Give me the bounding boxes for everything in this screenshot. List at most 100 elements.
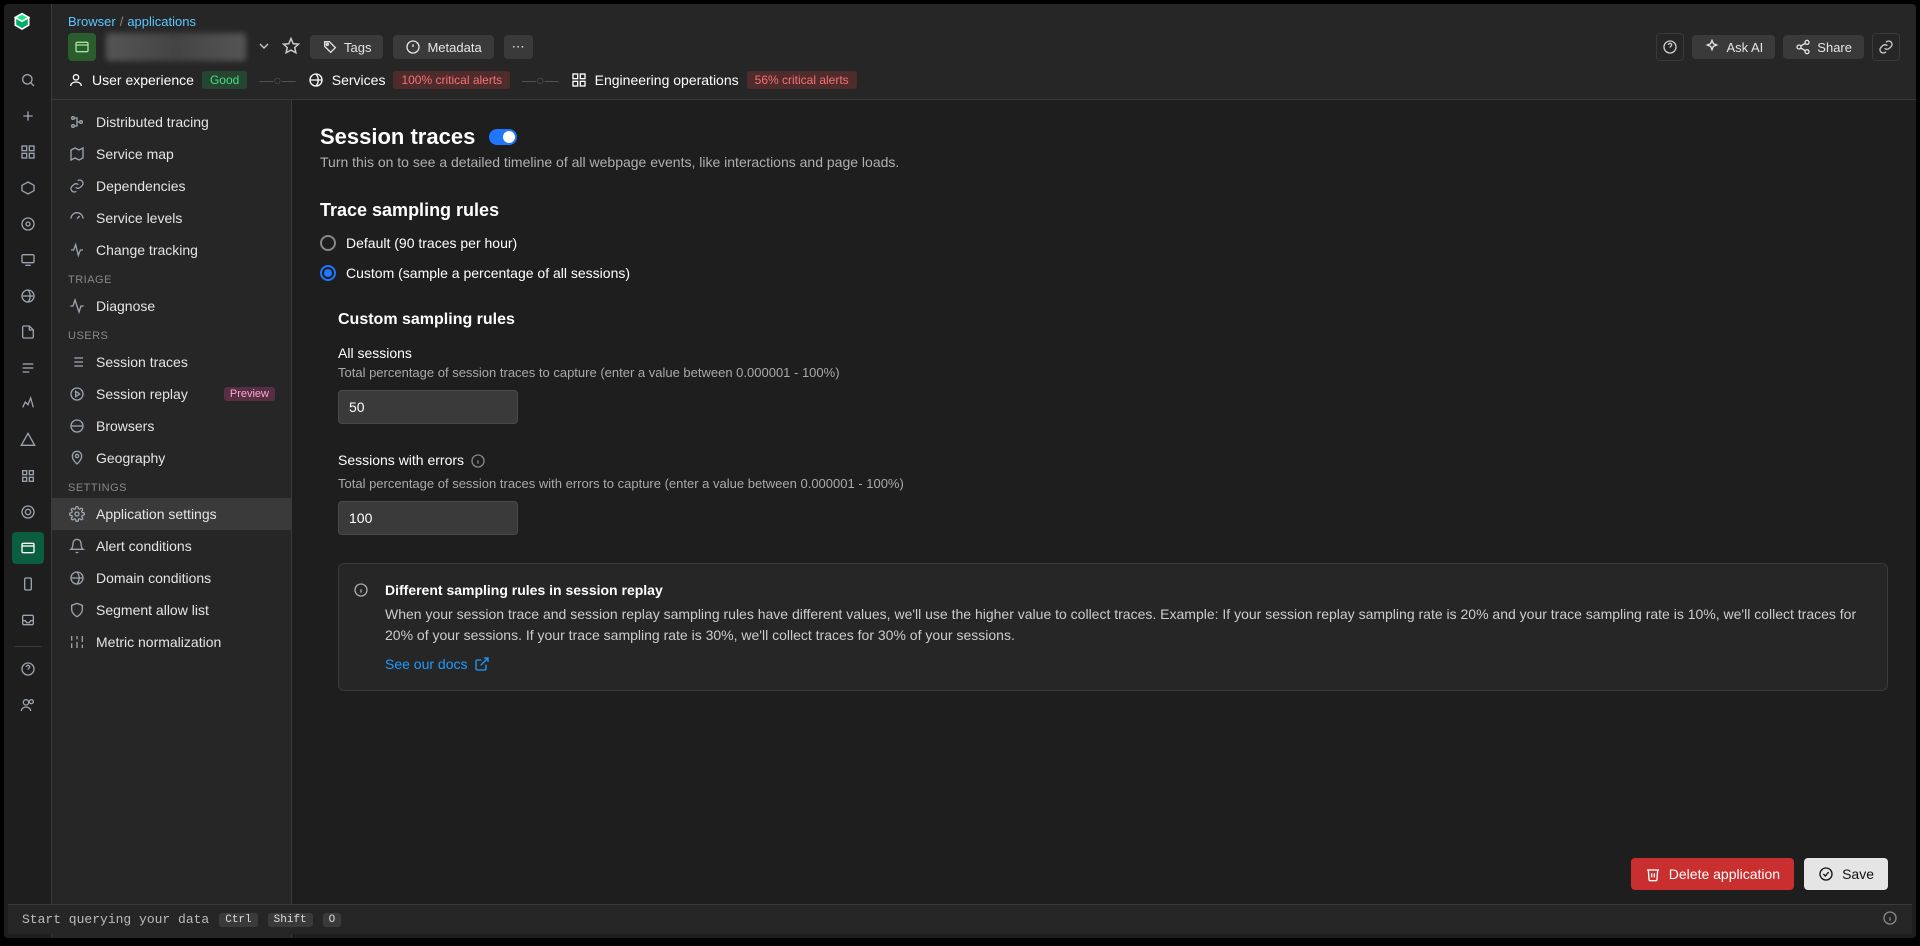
sidebar-item-session-replay[interactable]: Session replayPreview (52, 378, 291, 410)
info-icon (353, 582, 369, 601)
sidebar-item-segment-allow-list[interactable]: Segment allow list (52, 594, 291, 626)
nr-logo[interactable] (12, 12, 44, 44)
sessions-errors-label: Sessions with errors (338, 452, 464, 468)
all-sessions-desc: Total percentage of session traces to ca… (338, 365, 1888, 380)
sidebar-item-diagnose[interactable]: Diagnose (52, 290, 291, 322)
ask-ai-label: Ask AI (1726, 40, 1763, 55)
status-services-label: Services (332, 72, 386, 88)
sidebar-item-domain-conditions[interactable]: Domain conditions (52, 562, 291, 594)
rail-help-icon[interactable] (12, 653, 44, 685)
sidebar-item-label: Change tracking (96, 242, 198, 258)
breadcrumb-leaf[interactable]: applications (127, 14, 196, 29)
rail-monitor-icon[interactable] (12, 244, 44, 276)
sliders-icon (68, 634, 86, 650)
tags-button[interactable]: Tags (310, 35, 383, 59)
rail-logs-icon[interactable] (12, 352, 44, 384)
rail-query-icon[interactable] (12, 208, 44, 240)
sidebar-item-browsers[interactable]: Browsers (52, 410, 291, 442)
rail-add-icon[interactable] (12, 100, 44, 132)
status-eng-badge: 56% critical alerts (747, 71, 857, 89)
metadata-button[interactable]: Metadata (393, 35, 493, 59)
status-services[interactable]: Services 100% critical alerts (308, 71, 510, 89)
sidebar-item-metric-normalization[interactable]: Metric normalization (52, 626, 291, 658)
preview-badge: Preview (224, 387, 275, 401)
field-sessions-errors: Sessions with errors Total percentage of… (338, 452, 1888, 535)
sessions-errors-input[interactable] (338, 501, 518, 535)
action-bar: Delete application Save (1631, 858, 1888, 890)
radio-custom[interactable]: Custom (sample a percentage of all sessi… (320, 265, 1888, 281)
rail-dashboard-icon[interactable] (12, 136, 44, 168)
sidebar-item-label: Service levels (96, 210, 182, 226)
kbd-ctrl: Ctrl (219, 913, 257, 927)
sidebar-item-geography[interactable]: Geography (52, 442, 291, 474)
sidebar-item-dependencies[interactable]: Dependencies (52, 170, 291, 202)
rail-divider (14, 646, 42, 647)
info-icon[interactable] (470, 453, 486, 472)
radio-custom-label: Custom (sample a percentage of all sessi… (346, 265, 630, 281)
session-traces-toggle[interactable] (489, 129, 517, 145)
callout-title: Different sampling rules in session repl… (385, 582, 1869, 598)
sidebar-item-change-tracking[interactable]: Change tracking (52, 234, 291, 266)
header: Browser / applications Tags (52, 4, 1916, 100)
sidebar-item-service-map[interactable]: Service map (52, 138, 291, 170)
status-row: User experience Good —○— Services 100% c… (68, 61, 1900, 99)
status-dash: —○— (259, 72, 295, 88)
help-icon[interactable] (1656, 33, 1684, 61)
rail-browser-active-icon[interactable] (12, 532, 44, 564)
rail-doc-icon[interactable] (12, 316, 44, 348)
sidebar-item-label: Alert conditions (96, 538, 192, 554)
app-switcher-chevron-icon[interactable] (256, 38, 272, 57)
more-menu-icon[interactable]: ⋯ (504, 35, 533, 59)
activity-icon (68, 298, 86, 314)
sidebar-item-service-levels[interactable]: Service levels (52, 202, 291, 234)
all-sessions-input[interactable] (338, 390, 518, 424)
sidebar-item-distributed-tracing[interactable]: Distributed tracing (52, 106, 291, 138)
sidebar-item-label: Geography (96, 450, 165, 466)
ask-ai-button[interactable]: Ask AI (1692, 35, 1775, 59)
callout-body: When your session trace and session repl… (385, 604, 1869, 646)
rail-users-icon[interactable] (12, 689, 44, 721)
sidebar-item-label: Application settings (96, 506, 217, 522)
sidebar-item-application-settings[interactable]: Application settings (52, 498, 291, 530)
rail-workloads-icon[interactable] (12, 496, 44, 528)
delete-label: Delete application (1669, 866, 1780, 882)
rail-browser-icon[interactable] (12, 280, 44, 312)
status-eng[interactable]: Engineering operations 56% critical aler… (571, 71, 857, 89)
app-type-icon (68, 33, 96, 61)
sidebar-item-alert-conditions[interactable]: Alert conditions (52, 530, 291, 562)
rail-search-icon[interactable] (12, 64, 44, 96)
delete-application-button[interactable]: Delete application (1631, 858, 1794, 890)
docs-link[interactable]: See our docs (385, 656, 490, 672)
gauge-icon (68, 210, 86, 226)
omnibar[interactable]: Start querying your data Ctrl Shift O (8, 904, 1912, 934)
status-eng-label: Engineering operations (595, 72, 739, 88)
sidebar-item-label: Browsers (96, 418, 154, 434)
radio-default[interactable]: Default (90 traces per hour) (320, 235, 1888, 251)
share-label: Share (1817, 40, 1852, 55)
breadcrumb: Browser / applications (68, 14, 1900, 29)
field-all-sessions: All sessions Total percentage of session… (338, 345, 1888, 424)
share-button[interactable]: Share (1783, 35, 1864, 59)
world-icon (68, 570, 86, 586)
omnibar-info-icon[interactable] (1882, 910, 1898, 930)
main-panel: Session traces Turn this on to see a det… (292, 100, 1916, 938)
sidebar-item-session-traces[interactable]: Session traces (52, 346, 291, 378)
trace-rules-heading: Trace sampling rules (320, 200, 1888, 221)
rail-mobile-icon[interactable] (12, 568, 44, 600)
nav-rail (4, 4, 52, 938)
save-button[interactable]: Save (1804, 858, 1888, 890)
status-ux[interactable]: User experience Good (68, 71, 247, 89)
favorite-star-icon[interactable] (282, 37, 300, 58)
rail-alerts-icon[interactable] (12, 424, 44, 456)
rail-entities-icon[interactable] (12, 172, 44, 204)
sidebar-item-label: Distributed tracing (96, 114, 209, 130)
rail-inbox-icon[interactable] (12, 604, 44, 636)
rail-trace-icon[interactable] (12, 388, 44, 420)
shield-icon (68, 602, 86, 618)
docs-link-label: See our docs (385, 656, 468, 672)
breadcrumb-root[interactable]: Browser (68, 14, 116, 29)
breadcrumb-sep: / (120, 14, 124, 29)
copy-link-icon[interactable] (1872, 33, 1900, 61)
rail-apps-icon[interactable] (12, 460, 44, 492)
sidebar: Distributed tracing Service map Dependen… (52, 100, 292, 938)
